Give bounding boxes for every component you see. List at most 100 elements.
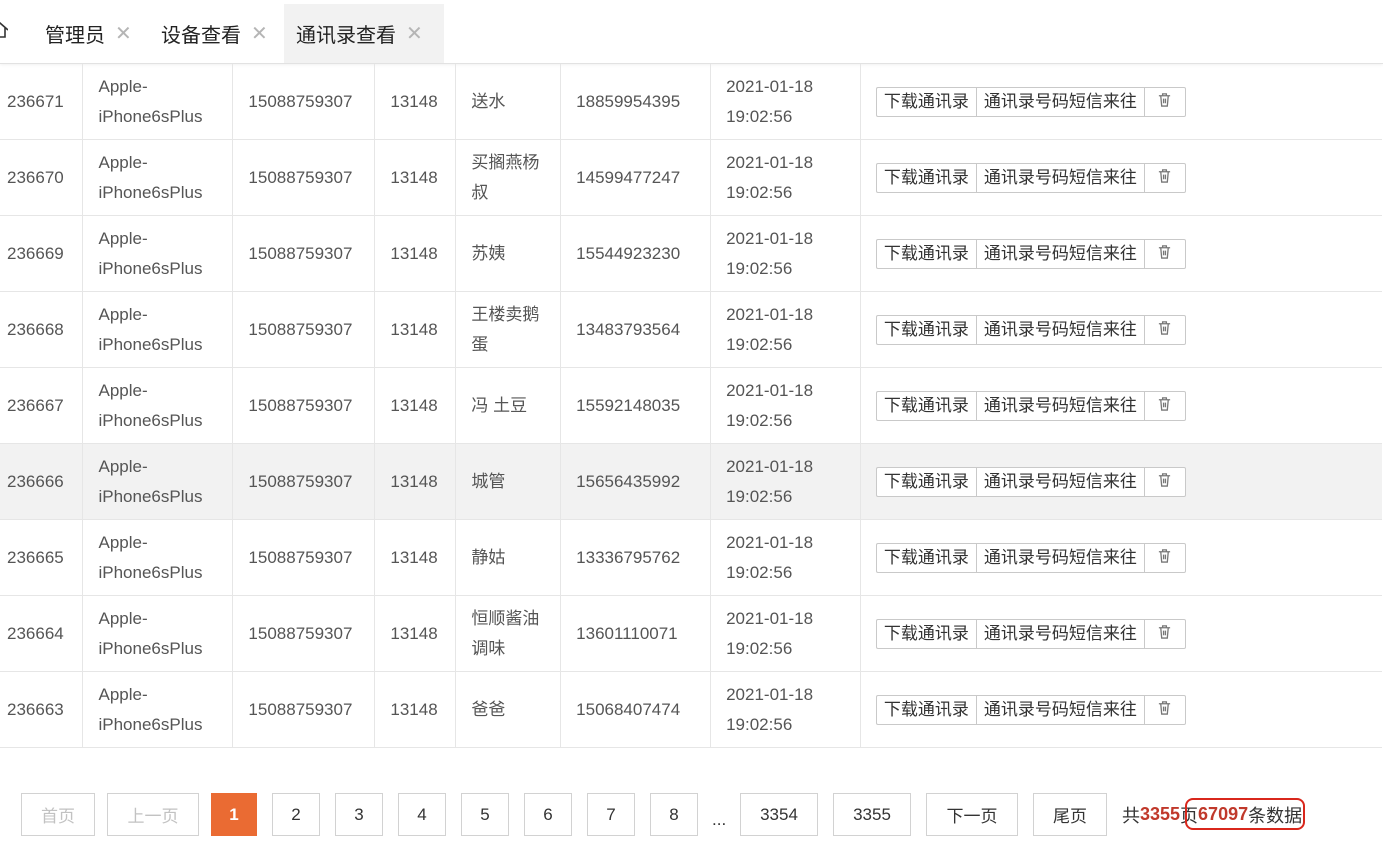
cell-contact-number: 15068407474 [560, 671, 712, 748]
cell-contact-name: 城管 [455, 443, 562, 520]
close-icon[interactable]: ✕ [115, 21, 132, 46]
delete-button[interactable] [1143, 162, 1186, 193]
contacts-sms-history-button[interactable]: 通讯录号码短信来往 [975, 86, 1144, 117]
annotation-circle [1185, 798, 1305, 830]
cell-contact-number: 15544923230 [560, 215, 712, 292]
cell-actions: 下载通讯录 通讯录号码短信来往 [860, 367, 1382, 444]
cell-datetime: 2021-01-18 19:02:56 [710, 595, 861, 672]
cell-device: Apple-iPhone6sPlus [82, 519, 234, 596]
download-contacts-button[interactable]: 下载通讯录 [875, 314, 976, 345]
cell-contact-name: 王楼卖鹅蛋 [455, 291, 562, 368]
download-contacts-button[interactable]: 下载通讯录 [875, 618, 976, 649]
cell-actions: 下载通讯录 通讯录号码短信来往 [860, 139, 1382, 216]
cell-uid: 13148 [374, 64, 457, 140]
tab-contacts-view[interactable]: 通讯录查看 ✕ [284, 4, 444, 63]
page-button-8[interactable]: 8 [650, 793, 698, 836]
delete-button[interactable] [1143, 390, 1186, 421]
pagination-ellipsis: ... [712, 810, 727, 829]
cell-time: 19:02:56 [726, 410, 793, 430]
cell-device: Apple-iPhone6sPlus [82, 443, 234, 520]
page-button-3354[interactable]: 3354 [740, 793, 818, 836]
page-button-6[interactable]: 6 [524, 793, 572, 836]
summary-prefix: 共 [1122, 805, 1140, 826]
cell-phone: 15088759307 [232, 443, 376, 520]
tab-label: 管理员 [45, 25, 105, 47]
cell-phone: 15088759307 [232, 139, 376, 216]
cell-datetime: 2021-01-18 19:02:56 [710, 367, 861, 444]
table-row: 236665 Apple-iPhone6sPlus 15088759307 13148… [0, 519, 1382, 596]
trash-icon [1157, 619, 1172, 649]
contacts-sms-history-button[interactable]: 通讯录号码短信来往 [975, 238, 1144, 269]
cell-date: 2021-01-18 [726, 228, 814, 248]
action-buttons: 下载通讯录 通讯录号码短信来往 [875, 618, 1367, 649]
delete-button[interactable] [1143, 314, 1186, 345]
page-button-3[interactable]: 3 [335, 793, 383, 836]
trash-icon [1157, 695, 1172, 725]
cell-actions: 下载通讯录 通讯录号码短信来往 [860, 291, 1382, 368]
cell-time: 19:02:56 [726, 258, 793, 278]
cell-time: 19:02:56 [726, 562, 793, 582]
cell-device: Apple-iPhone6sPlus [82, 215, 234, 292]
cell-contact-name: 恒顺酱油调味 [455, 595, 562, 672]
total-pages: 3355 [1140, 804, 1181, 824]
cell-contact-number: 13601110071 [560, 595, 712, 672]
delete-button[interactable] [1143, 86, 1186, 117]
contacts-sms-history-button[interactable]: 通讯录号码短信来往 [975, 618, 1144, 649]
delete-button[interactable] [1143, 542, 1186, 573]
contacts-sms-history-button[interactable]: 通讯录号码短信来往 [975, 162, 1144, 193]
action-buttons: 下载通讯录 通讯录号码短信来往 [875, 542, 1367, 573]
download-contacts-button[interactable]: 下载通讯录 [875, 238, 976, 269]
cell-device: Apple-iPhone6sPlus [82, 64, 234, 140]
page-button-5[interactable]: 5 [461, 793, 509, 836]
delete-button[interactable] [1143, 466, 1186, 497]
first-page-button[interactable]: 首页 [21, 793, 95, 836]
tab-device-view[interactable]: 设备查看 ✕ [149, 4, 280, 63]
contacts-sms-history-button[interactable]: 通讯录号码短信来往 [975, 466, 1144, 497]
cell-uid: 13148 [374, 519, 457, 596]
cell-phone: 15088759307 [232, 64, 376, 140]
cell-actions: 下载通讯录 通讯录号码短信来往 [860, 215, 1382, 292]
contacts-sms-history-button[interactable]: 通讯录号码短信来往 [975, 542, 1144, 573]
close-icon[interactable]: ✕ [251, 21, 268, 46]
cell-uid: 13148 [374, 139, 457, 216]
delete-button[interactable] [1143, 238, 1186, 269]
download-contacts-button[interactable]: 下载通讯录 [875, 390, 976, 421]
cell-time: 19:02:56 [726, 638, 793, 658]
cell-datetime: 2021-01-18 19:02:56 [710, 139, 861, 216]
action-buttons: 下载通讯录 通讯录号码短信来往 [875, 162, 1367, 193]
cell-contact-number: 15656435992 [560, 443, 712, 520]
contacts-sms-history-button[interactable]: 通讯录号码短信来往 [975, 314, 1144, 345]
cell-actions: 下载通讯录 通讯录号码短信来往 [860, 519, 1382, 596]
cell-date: 2021-01-18 [726, 684, 814, 704]
cell-actions: 下载通讯录 通讯录号码短信来往 [860, 671, 1382, 748]
page-button-2[interactable]: 2 [272, 793, 320, 836]
download-contacts-button[interactable]: 下载通讯录 [875, 542, 976, 573]
download-contacts-button[interactable]: 下载通讯录 [875, 162, 976, 193]
cell-date: 2021-01-18 [726, 380, 814, 400]
tab-admin[interactable]: 管理员 ✕ [33, 4, 144, 63]
page-button-1[interactable]: 1 [211, 793, 257, 836]
cell-contact-number: 14599477247 [560, 139, 712, 216]
next-page-button[interactable]: 下一页 [926, 793, 1018, 836]
cell-id: 236671 [0, 64, 84, 140]
cell-contact-name: 静姑 [455, 519, 562, 596]
action-buttons: 下载通讯录 通讯录号码短信来往 [875, 390, 1367, 421]
page-button-4[interactable]: 4 [398, 793, 446, 836]
table-row: 236667 Apple-iPhone6sPlus 15088759307 13148… [0, 367, 1382, 444]
contacts-sms-history-button[interactable]: 通讯录号码短信来往 [975, 694, 1144, 725]
cell-datetime: 2021-01-18 19:02:56 [710, 291, 861, 368]
home-icon[interactable] [0, 22, 8, 38]
delete-button[interactable] [1143, 694, 1186, 725]
delete-button[interactable] [1143, 618, 1186, 649]
contacts-sms-history-button[interactable]: 通讯录号码短信来往 [975, 390, 1144, 421]
prev-page-button[interactable]: 上一页 [107, 793, 199, 836]
close-icon[interactable]: ✕ [406, 21, 423, 46]
download-contacts-button[interactable]: 下载通讯录 [875, 694, 976, 725]
page-button-7[interactable]: 7 [587, 793, 635, 836]
download-contacts-button[interactable]: 下载通讯录 [875, 466, 976, 497]
download-contacts-button[interactable]: 下载通讯录 [875, 86, 976, 117]
last-page-button[interactable]: 尾页 [1033, 793, 1107, 836]
page-button-3355[interactable]: 3355 [833, 793, 911, 836]
cell-id: 236669 [0, 215, 84, 292]
cell-device: Apple-iPhone6sPlus [82, 139, 234, 216]
